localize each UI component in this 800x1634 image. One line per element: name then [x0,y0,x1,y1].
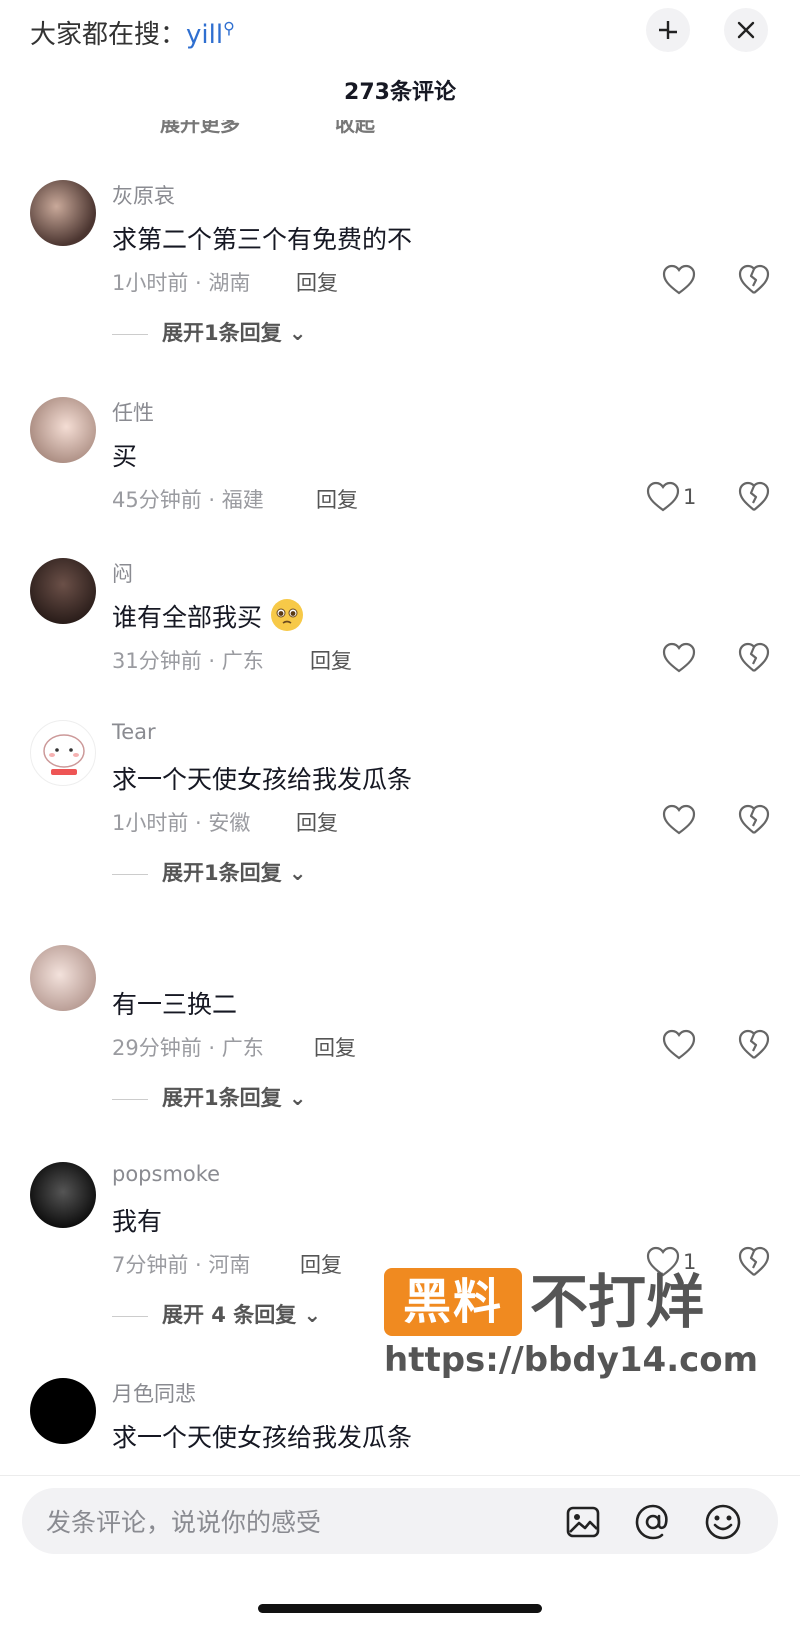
expand-replies-button[interactable]: 展开1条回复 ⌄ [112,1082,307,1112]
comment-composer-bar [0,1475,800,1634]
watermark-title: 不打烊 [530,1268,705,1336]
comment-author[interactable]: 灰原哀 [112,180,175,210]
image-icon[interactable] [564,1503,602,1541]
broken-heart-icon[interactable] [738,804,770,836]
divider-line [112,1098,148,1100]
comment-author[interactable]: 闷 [112,558,133,588]
pleading-face-icon [270,599,303,631]
emoji-icon[interactable] [704,1503,742,1541]
home-indicator[interactable] [258,1604,542,1613]
avatar[interactable] [30,180,96,246]
close-button[interactable] [724,8,768,52]
comment-time-location: 45分钟前 · 福建 [112,488,264,512]
chevron-down-icon: ⌄ [281,861,307,885]
reply-button[interactable]: 回复 [314,1032,356,1062]
expand-replies-label: 展开1条回复 [162,1086,282,1110]
collapse-button[interactable] [646,8,690,52]
heart-outline-icon[interactable] [646,481,680,513]
comment-author[interactable]: popsmoke [112,1162,220,1186]
heart-outline-icon[interactable] [662,642,696,674]
comment-time-location: 31分钟前 · 广东 [112,649,264,673]
expand-replies-button[interactable]: 展开1条回复 ⌄ [112,857,307,887]
divider-line [112,333,148,335]
comment-time-location: 1小时前 · 安徽 [112,811,251,835]
avatar[interactable] [30,945,96,1011]
reply-button[interactable]: 回复 [316,484,358,514]
divider-line [112,1315,148,1317]
comment-author[interactable]: Tear [112,720,156,744]
scrolled-off-expand: 展开更多 [160,120,240,136]
comment-text: 谁有全部我买 [112,598,304,634]
close-icon [737,21,755,39]
expand-replies-label: 展开1条回复 [162,321,282,345]
avatar[interactable] [30,720,96,786]
avatar[interactable] [30,397,96,463]
reply-button[interactable]: 回复 [296,267,338,297]
search-suggestion-prefix: 大家都在搜： [30,20,187,50]
cartoon-cat-avatar [43,734,85,775]
comment-text: 求一个天使女孩给我发瓜条 [112,1423,413,1452]
search-suggestion-keyword[interactable]: yill [186,20,223,50]
watermark: 黑料 不打烊 https://bbdy14.com [384,1268,759,1386]
comment-time-location: 29分钟前 · 广东 [112,1036,264,1060]
comment-text: 买 [112,442,138,471]
comment-count: 273条评论 [344,80,456,105]
top-bar: 大家都在搜：yill⚲ [0,0,800,70]
avatar[interactable] [30,558,96,624]
scrolled-off-row: 展开更多 收起 [150,120,450,138]
collapse-icon [659,21,677,39]
expand-replies-button[interactable]: 展开 4 条回复 ⌄ [112,1299,321,1329]
expand-replies-label: 展开 4 条回复 [162,1303,297,1327]
chevron-down-icon: ⌄ [296,1303,322,1327]
comment-text: 有一三换二 [112,990,238,1019]
comment-input-pill[interactable] [22,1488,778,1556]
comment-time-location: 7分钟前 · 河南 [112,1253,251,1277]
reply-button[interactable]: 回复 [310,645,352,675]
broken-heart-icon[interactable] [738,481,770,513]
broken-heart-icon[interactable] [738,642,770,674]
avatar[interactable] [30,1378,96,1444]
chevron-down-icon: ⌄ [281,321,307,345]
chevron-down-icon: ⌄ [281,1086,307,1110]
broken-heart-icon[interactable] [738,264,770,296]
comment-text-content: 谁有全部我买 [112,603,263,632]
watermark-badge: 黑料 [384,1268,522,1336]
reply-button[interactable]: 回复 [300,1249,342,1279]
broken-heart-icon[interactable] [738,1029,770,1061]
heart-outline-icon[interactable] [662,264,696,296]
divider-line [112,873,148,875]
comment-author[interactable]: 月色同悲 [112,1378,196,1408]
search-suggestion[interactable]: 大家都在搜：yill⚲ [30,14,235,51]
comment-input[interactable] [44,1488,528,1556]
comment-text: 求第二个第三个有免费的不 [112,225,413,254]
heart-outline-icon[interactable] [662,804,696,836]
expand-replies-button[interactable]: 展开1条回复 ⌄ [112,317,307,347]
like-count: 1 [683,485,697,509]
watermark-url: https://bbdy14.com [384,1340,759,1380]
comment-text: 求一个天使女孩给我发瓜条 [112,765,413,794]
search-icon: ⚲ [223,18,235,38]
expand-replies-label: 展开1条回复 [162,861,282,885]
avatar[interactable] [30,1162,96,1228]
comment-text: 我有 [112,1207,163,1236]
at-sign-icon[interactable] [634,1503,672,1541]
heart-outline-icon[interactable] [662,1029,696,1061]
comment-time-location: 1小时前 · 湖南 [112,271,251,295]
reply-button[interactable]: 回复 [296,807,338,837]
scrolled-off-collapse: 收起 [335,120,375,136]
comment-author[interactable]: 任性 [112,397,154,427]
